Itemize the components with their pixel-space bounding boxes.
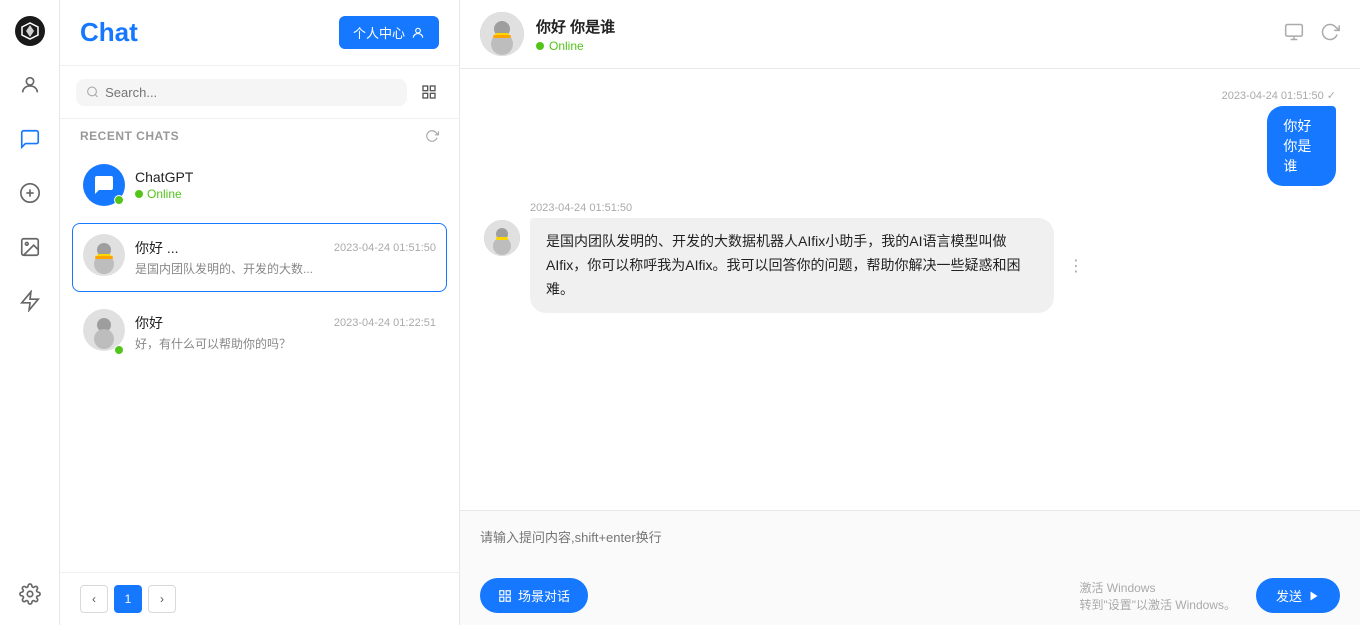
search-icon	[86, 85, 99, 99]
chat-item-chatgpt[interactable]: ChatGPT Online	[72, 153, 447, 217]
activate-notice: 激活 Windows 转到"设置"以激活 Windows。	[1079, 579, 1236, 613]
refresh-icon[interactable]	[1320, 22, 1340, 47]
image-icon[interactable]	[11, 228, 49, 266]
message-time-left: 2023-04-24 01:51:50	[530, 202, 1336, 214]
chat-item-2[interactable]: 你好 2023-04-24 01:22:51 好，有什么可以帮助你的吗？	[72, 298, 447, 367]
chat2-info: 你好 2023-04-24 01:22:51 好，有什么可以帮助你的吗？	[135, 313, 436, 352]
pagination: ‹ 1 ›	[60, 572, 459, 625]
chat-header-info: 你好 你是谁 Online	[536, 16, 1272, 53]
chat-header-avatar	[480, 12, 524, 56]
input-right-actions: 激活 Windows 转到"设置"以激活 Windows。 发送	[1079, 578, 1340, 613]
bolt-icon[interactable]	[11, 282, 49, 320]
refresh-small-icon[interactable]	[425, 129, 439, 143]
messages-area: 2023-04-24 01:51:50 ✓ 你好 你是谁 2023-04-24 …	[460, 69, 1360, 510]
sidebar: Chat 个人中心 RECENT CHATS	[60, 0, 460, 625]
chat1-time: 2023-04-24 01:51:50	[334, 242, 436, 254]
monitor-icon[interactable]	[1284, 22, 1304, 47]
chat1-avatar	[83, 234, 125, 276]
recent-chats-header: RECENT CHATS	[60, 119, 459, 149]
chat-bubble-icon	[92, 173, 116, 197]
chat-header-name: 你好 你是谁	[536, 16, 1272, 37]
message-input[interactable]	[480, 527, 1340, 563]
message-time-right: 2023-04-24 01:51:50 ✓	[1222, 89, 1336, 102]
logo-icon[interactable]	[11, 12, 49, 50]
send-icon	[1308, 590, 1320, 602]
chatgpt-name: ChatGPT	[135, 169, 193, 185]
chat2-avatar-wrap	[83, 309, 125, 356]
input-area: 场景对话 激活 Windows 转到"设置"以激活 Windows。 发送	[460, 510, 1360, 625]
chat-list: ChatGPT Online 你	[60, 149, 459, 572]
chat-header-status: Online	[536, 39, 1272, 53]
search-input[interactable]	[105, 85, 397, 100]
personal-center-button[interactable]: 个人中心	[339, 16, 439, 49]
chat1-name: 你好 ...	[135, 238, 179, 258]
chatgpt-avatar	[83, 164, 125, 206]
icon-bar	[0, 0, 60, 625]
chatgpt-status: Online	[147, 187, 182, 201]
chat-header: 你好 你是谁 Online	[460, 0, 1360, 69]
bot-avatar	[484, 220, 520, 256]
recent-chats-label: RECENT CHATS	[80, 129, 179, 143]
next-page-button[interactable]: ›	[148, 585, 176, 613]
online-indicator	[114, 195, 124, 205]
header-actions	[1284, 22, 1340, 47]
chat2-time: 2023-04-24 01:22:51	[334, 317, 436, 329]
header-status-dot	[536, 42, 544, 50]
chat-item-1[interactable]: 你好 ... 2023-04-24 01:51:50 是国内团队发明的、开发的大…	[72, 223, 447, 292]
send-button[interactable]: 发送	[1256, 578, 1340, 613]
scene-button[interactable]: 场景对话	[480, 578, 588, 613]
user-icon[interactable]	[11, 66, 49, 104]
message-right-wrap: 2023-04-24 01:51:50 ✓ 你好 你是谁	[1222, 89, 1336, 186]
sidebar-header: Chat 个人中心	[60, 0, 459, 66]
chat1-info: 你好 ... 2023-04-24 01:51:50 是国内团队发明的、开发的大…	[135, 238, 436, 277]
chat-main: 你好 你是谁 Online 2023-04-24 01:51:50	[460, 0, 1360, 625]
sidebar-title: Chat	[80, 17, 138, 48]
grid-icon[interactable]	[415, 78, 443, 106]
chat2-status-dot	[114, 345, 124, 355]
search-input-wrap	[76, 79, 407, 106]
chat-icon[interactable]	[11, 120, 49, 158]
settings-icon[interactable]	[11, 575, 49, 613]
status-dot	[135, 190, 143, 198]
chat1-preview: 是国内团队发明的、开发的大数...	[135, 260, 436, 277]
chat2-preview: 好，有什么可以帮助你的吗？	[135, 335, 436, 352]
message-left-content: 2023-04-24 01:51:50 是国内团队发明的、开发的大数据机器人AI…	[530, 202, 1336, 313]
page-1-button[interactable]: 1	[114, 585, 142, 613]
message-row-1: 2023-04-24 01:51:50 ✓ 你好 你是谁	[484, 89, 1336, 186]
prev-page-button[interactable]: ‹	[80, 585, 108, 613]
input-footer: 场景对话 激活 Windows 转到"设置"以激活 Windows。 发送	[480, 578, 1340, 613]
chat2-name: 你好	[135, 313, 163, 333]
scene-icon	[498, 589, 512, 603]
message-row-2: 2023-04-24 01:51:50 是国内团队发明的、开发的大数据机器人AI…	[484, 202, 1336, 313]
chatgpt-info: ChatGPT Online	[135, 169, 436, 201]
add-icon[interactable]	[11, 174, 49, 212]
message-bubble-left: 是国内团队发明的、开发的大数据机器人AIfix小助手，我的AI语言模型叫做AIf…	[530, 218, 1054, 313]
chat1-avatar-wrap	[83, 234, 125, 281]
message-more-icon[interactable]: ⋮	[1068, 256, 1084, 276]
search-row	[60, 66, 459, 119]
message-bubble-right: 你好 你是谁	[1267, 106, 1336, 186]
